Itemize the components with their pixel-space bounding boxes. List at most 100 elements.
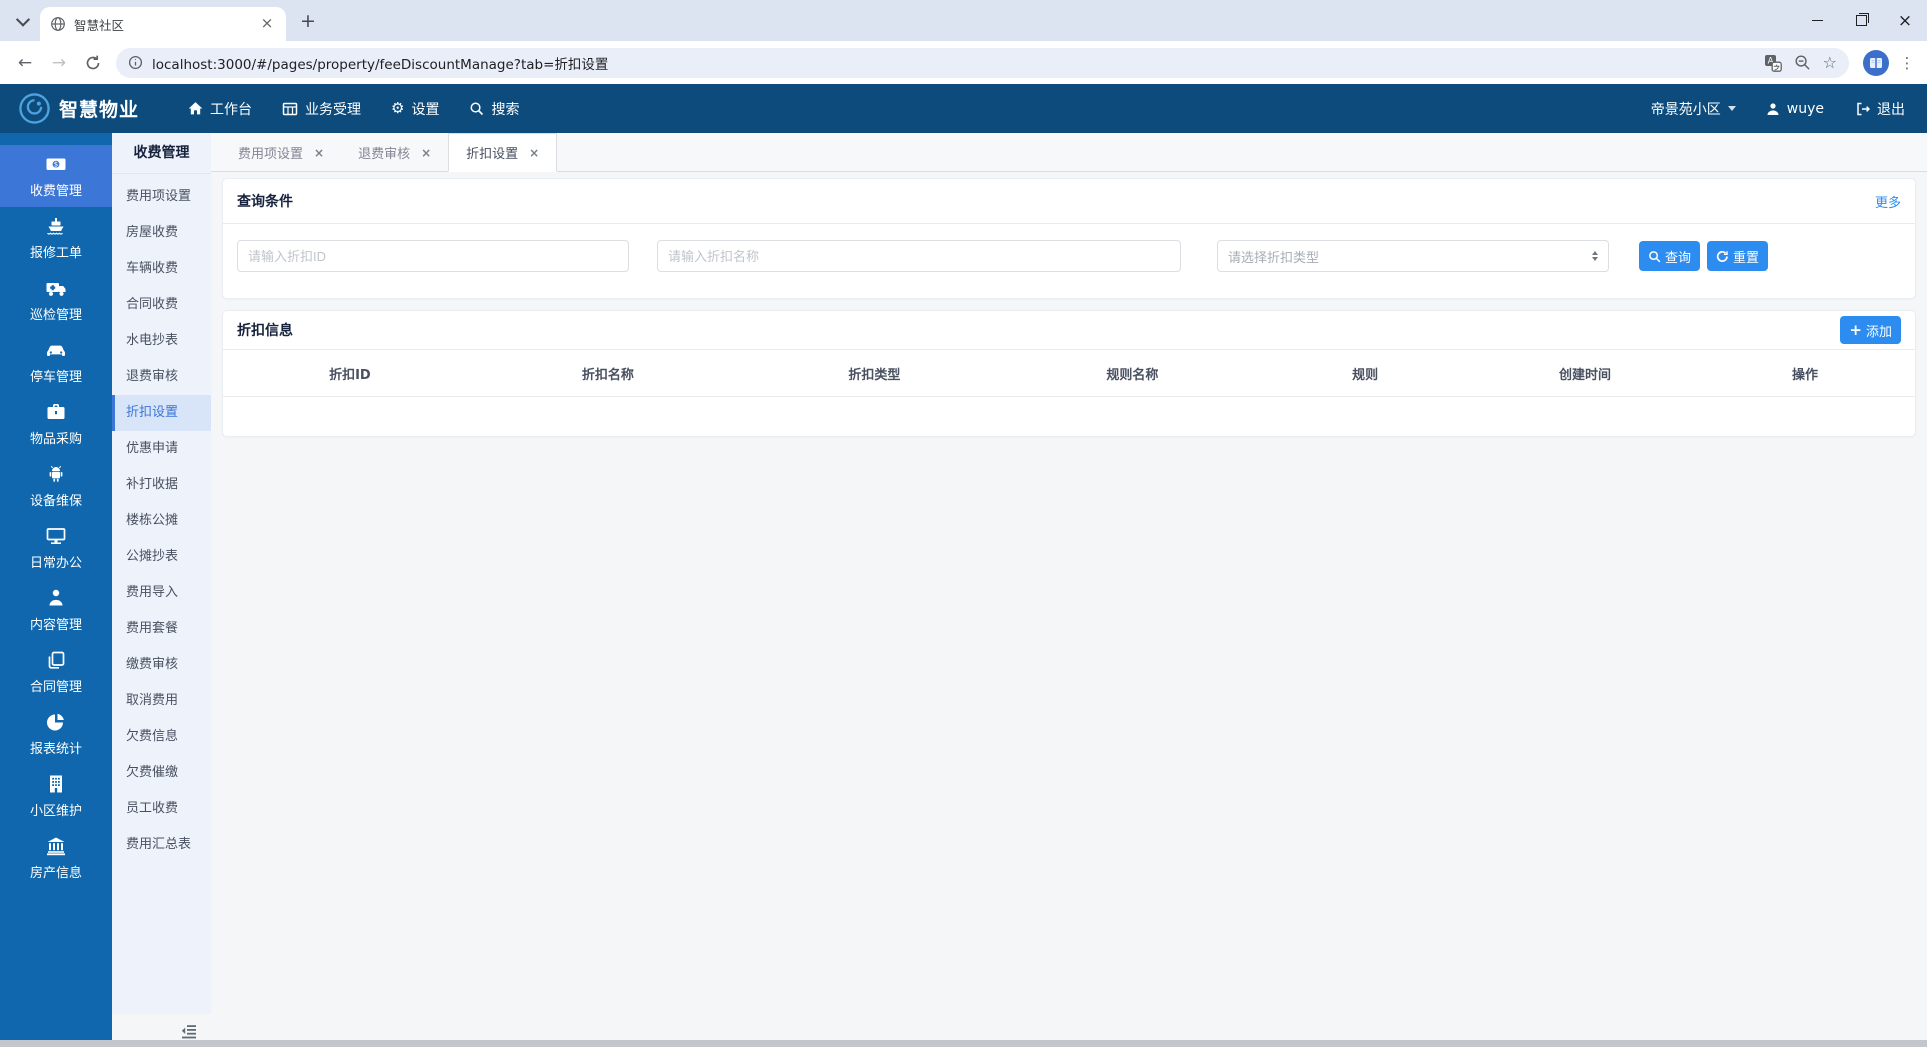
sidebar-item-fee-management[interactable]: $ 收费管理 — [0, 145, 112, 207]
search-button-label: 查询 — [1665, 250, 1692, 266]
community-name: 帝景苑小区 — [1650, 101, 1721, 118]
select-stepper-icon — [1592, 250, 1598, 262]
page-tab-close-icon[interactable]: × — [529, 146, 539, 160]
submenu-item-arrears-info[interactable]: 欠费信息 — [112, 719, 211, 755]
sidebar-item-procurement[interactable]: 物品采购 — [0, 393, 112, 455]
logout-button[interactable]: 退出 — [1840, 99, 1909, 119]
logout-label: 退出 — [1877, 101, 1905, 118]
submenu-item-fee-summary[interactable]: 费用汇总表 — [112, 827, 211, 863]
sidebar-item-inspection[interactable]: 巡检管理 — [0, 269, 112, 331]
nav-item-label: 工作台 — [210, 101, 253, 118]
submenu-item-cancel-fee[interactable]: 取消费用 — [112, 683, 211, 719]
page-tab-label: 折扣设置 — [466, 147, 519, 162]
refresh-icon — [1716, 250, 1728, 262]
discount-id-input[interactable] — [237, 240, 629, 272]
discount-card-header: 折扣信息 + 添加 — [223, 311, 1915, 350]
submenu-item-reprint-receipt[interactable]: 补打收据 — [112, 467, 211, 503]
submenu-item-fee-import[interactable]: 费用导入 — [112, 575, 211, 611]
sidebar-item-content[interactable]: 内容管理 — [0, 579, 112, 641]
submenu-item-arrears-reminder[interactable]: 欠费催缴 — [112, 755, 211, 791]
url-text[interactable]: localhost:3000/#/pages/property/feeDisco… — [152, 53, 1752, 73]
bookmark-star-icon[interactable]: ☆ — [1823, 53, 1837, 72]
browser-tab[interactable]: 智慧社区 × — [40, 7, 286, 41]
submenu-item-staff-fees[interactable]: 员工收费 — [112, 791, 211, 827]
discount-type-placeholder: 请选择折扣类型 — [1228, 250, 1320, 266]
home-icon — [188, 101, 203, 116]
restore-icon — [1855, 15, 1867, 26]
close-window-button[interactable]: × — [1883, 0, 1927, 41]
new-tab-button[interactable]: + — [294, 7, 322, 35]
submenu-title: 收费管理 — [112, 133, 211, 174]
discount-name-input[interactable] — [657, 240, 1181, 272]
back-button[interactable]: ← — [10, 48, 40, 78]
sidebar-item-daily-office[interactable]: 日常办公 — [0, 517, 112, 579]
sidebar-item-property-info[interactable]: 房产信息 — [0, 827, 112, 889]
minimize-button[interactable] — [1795, 0, 1839, 41]
sidebar-item-community-maintenance[interactable]: 小区维护 — [0, 765, 112, 827]
discount-type-select[interactable]: 请选择折扣类型 — [1217, 240, 1609, 272]
submenu-item-fee-items[interactable]: 费用项设置 — [112, 179, 211, 215]
column-rule: 规则 — [1352, 367, 1379, 383]
refresh-button[interactable] — [78, 48, 108, 78]
submenu-item-contract-fees[interactable]: 合同收费 — [112, 287, 211, 323]
tab-close-button[interactable]: × — [258, 15, 276, 33]
app-logo[interactable]: 智慧物业 — [18, 92, 139, 125]
globe-icon — [50, 16, 66, 32]
android-icon — [49, 465, 63, 482]
pie-chart-icon — [47, 713, 64, 731]
reset-button[interactable]: 重置 — [1707, 241, 1769, 271]
plus-icon: + — [1849, 320, 1862, 339]
page-tab-fee-items[interactable]: 费用项设置 × — [221, 133, 341, 172]
page-tab-close-icon[interactable]: × — [314, 146, 324, 160]
sidebar-item-equipment[interactable]: 设备维保 — [0, 455, 112, 517]
sidebar-item-repair-orders[interactable]: 报修工单 — [0, 207, 112, 269]
nav-item-search[interactable]: 搜索 — [454, 84, 534, 133]
nav-item-label: 业务受理 — [305, 101, 362, 118]
nav-item-workbench[interactable]: 工作台 — [173, 84, 267, 133]
forward-button[interactable]: → — [44, 48, 74, 78]
submenu-item-meter-reading[interactable]: 水电抄表 — [112, 323, 211, 359]
submenu-item-building-share[interactable]: 楼栋公摊 — [112, 503, 211, 539]
reset-button-label: 重置 — [1733, 250, 1760, 266]
browser-menu-icon[interactable]: ⋮ — [1895, 54, 1919, 72]
grid-icon — [282, 101, 298, 117]
sidebar-item-parking[interactable]: 停车管理 — [0, 331, 112, 393]
svg-text:$: $ — [54, 161, 58, 169]
info-icon[interactable] — [128, 55, 143, 70]
column-discount-type: 折扣类型 — [848, 367, 901, 383]
restore-button[interactable] — [1839, 0, 1883, 41]
search-icon — [469, 101, 484, 116]
page-tab-close-icon[interactable]: × — [421, 146, 431, 160]
submenu-item-fee-package[interactable]: 费用套餐 — [112, 611, 211, 647]
sidebar-item-contracts[interactable]: 合同管理 — [0, 641, 112, 703]
search-button[interactable]: 查询 — [1639, 241, 1701, 271]
sidebar-item-label: 内容管理 — [29, 618, 82, 633]
add-discount-button[interactable]: + 添加 — [1840, 316, 1901, 344]
zoom-indicator-icon[interactable] — [1794, 54, 1811, 71]
translate-icon[interactable]: A — [1764, 54, 1782, 72]
current-user[interactable]: wuye — [1750, 101, 1840, 117]
tab-search-button[interactable] — [10, 8, 36, 34]
app-window: 智慧社区 × + × ← → localhost:3000/#/pages/pr… — [0, 0, 1927, 1047]
page-tab-discount-settings[interactable]: 折扣设置 × — [448, 133, 558, 172]
url-bar[interactable]: localhost:3000/#/pages/property/feeDisco… — [116, 47, 1849, 78]
sidebar-item-label: 报修工单 — [29, 246, 82, 261]
submenu-item-coupon-apply[interactable]: 优惠申请 — [112, 431, 211, 467]
sidebar-item-reports[interactable]: 报表统计 — [0, 703, 112, 765]
nav-item-settings[interactable]: ⚙ 设置 — [376, 84, 454, 133]
community-selector[interactable]: 帝景苑小区 — [1637, 99, 1750, 119]
submenu-item-share-meter[interactable]: 公摊抄表 — [112, 539, 211, 575]
submenu-item-vehicle-fees[interactable]: 车辆收费 — [112, 251, 211, 287]
submenu-item-discount-settings[interactable]: 折扣设置 — [112, 395, 211, 431]
submenu-item-refund-review[interactable]: 退费审核 — [112, 359, 211, 395]
profile-avatar[interactable] — [1863, 49, 1889, 76]
more-link[interactable]: 更多 — [1875, 192, 1901, 211]
sidebar-item-label: 设备维保 — [29, 494, 82, 509]
sidebar-item-label: 巡检管理 — [29, 308, 82, 323]
sidebar-item-label: 合同管理 — [29, 680, 82, 695]
page-tab-refund-review[interactable]: 退费审核 × — [341, 133, 448, 172]
submenu-item-house-fees[interactable]: 房屋收费 — [112, 215, 211, 251]
query-card-header: 查询条件 更多 — [223, 179, 1915, 224]
nav-item-business[interactable]: 业务受理 — [267, 84, 376, 133]
submenu-item-payment-review[interactable]: 缴费审核 — [112, 647, 211, 683]
